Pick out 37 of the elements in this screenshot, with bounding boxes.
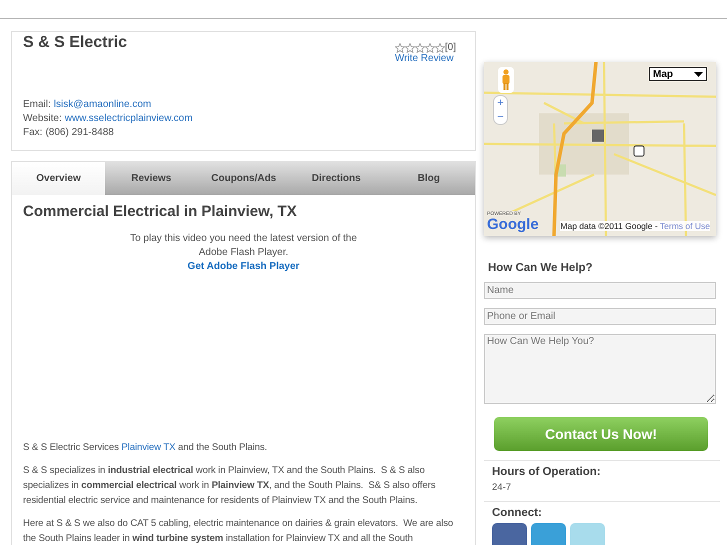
contact-link[interactable]: www.sselectricplainview.com bbox=[64, 112, 193, 126]
plainview-link[interactable]: Plainview TX bbox=[121, 442, 176, 453]
contact-label: Email: bbox=[23, 98, 51, 112]
contact-label: Fax: bbox=[23, 126, 42, 140]
zoom-in-button[interactable]: + bbox=[494, 96, 507, 110]
map-type-select[interactable]: Map bbox=[649, 67, 707, 81]
business-name: S & S Electric bbox=[23, 34, 128, 53]
message-field[interactable]: How Can We Help You? bbox=[484, 334, 716, 404]
caret-icon bbox=[694, 72, 703, 76]
input-field[interactable]: Phone or Email bbox=[484, 308, 716, 325]
contact-button[interactable]: Contact Us Now! bbox=[494, 417, 708, 451]
tab[interactable]: Reviews bbox=[105, 162, 198, 195]
map-attribution: Map data ©2011 Google - bbox=[560, 221, 659, 231]
connect-title: Connect: bbox=[492, 507, 543, 519]
person-icon[interactable] bbox=[498, 67, 514, 93]
tab[interactable]: Overview bbox=[12, 162, 105, 195]
input-field[interactable]: Name bbox=[484, 282, 716, 299]
review-count: [0] bbox=[444, 42, 456, 53]
flash-player-link[interactable]: Get Adobe Flash Player bbox=[188, 261, 300, 272]
hours-value: 24-7 bbox=[492, 482, 512, 493]
contact-link[interactable]: lsisk@amaonline.com bbox=[54, 98, 152, 112]
terms-link[interactable]: Terms of Use bbox=[660, 221, 710, 231]
paragraph: Here at S & S we also do CAT 5 cabling, electric maintenance on dairies & grain elevators. We are also the South Plains leader in wind turbine system installation for Plainview TX and all the South bbox=[23, 517, 454, 545]
zoom-out-button[interactable]: − bbox=[494, 110, 507, 124]
tab[interactable]: Blog bbox=[382, 162, 475, 195]
tab[interactable]: Coupons/Ads bbox=[198, 162, 290, 195]
google-logo: Google bbox=[487, 217, 539, 232]
hours-title: Hours of Operation: bbox=[492, 466, 602, 478]
write-review-link[interactable]: Write Review bbox=[394, 53, 454, 64]
intro-paragraph: S & S Electric Services Plainview TX and the South Plains. bbox=[23, 441, 268, 455]
flash-notice: To play this video you need the latest version of the Adobe Flash Player. bbox=[129, 232, 358, 260]
contact-value: (806) 291-8488 bbox=[45, 126, 114, 140]
form-title: How Can We Help? bbox=[488, 262, 594, 274]
section-heading: Commercial Electrical in Plainview, TX bbox=[23, 203, 298, 220]
paragraph: S & S specializes in industrial electrical work in Plainview, TX and the South Plains. S & S also specializes in commercial electrical work in Plainview TX, and the South Plains. S& S also offers residential electric service and maintenance for residents of Plainview TX and the South Plains. bbox=[23, 464, 436, 508]
tab[interactable]: Directions bbox=[290, 162, 382, 195]
contact-label: Website: bbox=[23, 112, 62, 126]
